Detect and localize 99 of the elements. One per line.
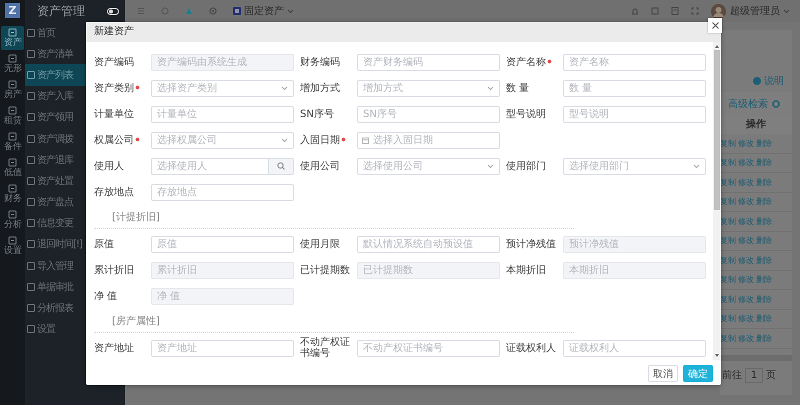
input-field[interactable]: 默认情况系统自动预设值	[357, 236, 500, 252]
field-label: 存放地点	[94, 186, 134, 198]
field-label: 资产地址	[94, 342, 134, 354]
row-action-link[interactable]: 修改	[738, 294, 754, 305]
row-action-link[interactable]: 复制	[720, 235, 736, 246]
row-action-link[interactable]: 删除	[756, 138, 772, 149]
row-action-link[interactable]: 删除	[756, 235, 772, 246]
row-action-link[interactable]: 复制	[720, 332, 736, 344]
field-label: 原值	[94, 238, 114, 250]
field-label: 使用公司	[300, 160, 340, 172]
field-label: 累计折旧	[94, 264, 134, 276]
select-field[interactable]: 选择权属公司	[151, 132, 294, 148]
row-action-link[interactable]: 修改	[738, 138, 754, 149]
row-action-link[interactable]: 复制	[720, 176, 736, 188]
field-label: 入固日期	[300, 134, 346, 146]
field-label: 增加方式	[300, 82, 340, 94]
help-link[interactable]: 说明	[753, 74, 784, 88]
row-action-link[interactable]: 删除	[756, 157, 772, 168]
field-label: 财务编码	[300, 56, 340, 68]
input-field[interactable]: 资产地址	[151, 340, 294, 356]
row-action-link[interactable]: 修改	[738, 196, 754, 208]
pagination-label: 页	[766, 369, 776, 382]
row-action-link[interactable]: 删除	[756, 176, 772, 188]
date-field[interactable]: 选择入固日期	[357, 132, 500, 148]
row-action-link[interactable]: 复制	[720, 274, 736, 286]
field-label: 预计净残值	[506, 238, 556, 250]
row-action-link[interactable]: 删除	[756, 216, 772, 227]
select-field[interactable]: 选择资产类别	[151, 80, 294, 96]
field-label: 数 量	[506, 82, 530, 94]
row-action-link[interactable]: 复制	[720, 138, 736, 149]
row-action-link[interactable]: 复制	[720, 313, 736, 324]
input-field[interactable]: 数 量	[563, 80, 706, 96]
row-action-link[interactable]: 修改	[738, 254, 754, 266]
row-action-link[interactable]: 复制	[720, 254, 736, 266]
row-action-link[interactable]: 复制	[720, 157, 736, 168]
row-action-link[interactable]: 删除	[756, 332, 772, 344]
module-dropdown[interactable]: 固定资产	[233, 4, 294, 18]
field-label: 本期折旧	[506, 264, 546, 276]
column-header: 操作	[720, 116, 792, 134]
row-action-link[interactable]: 删除	[756, 294, 772, 305]
row-action-link[interactable]: 复制	[720, 294, 736, 305]
user-menu[interactable]: 超级管理员	[730, 4, 790, 18]
input-field[interactable]: 型号说明	[563, 106, 706, 122]
app-title: 资产管理	[37, 4, 85, 18]
row-action-link[interactable]: 修改	[738, 235, 754, 246]
section-heading: [房产属性]	[112, 314, 160, 328]
dialog-title: 新建资产	[86, 22, 721, 42]
field-label: 使用月限	[300, 238, 340, 250]
field-label: 使用人	[94, 160, 124, 172]
field-label: SN序号	[300, 108, 334, 120]
rail-item[interactable]: 设置	[1, 234, 24, 258]
row-action-link[interactable]: 修改	[738, 216, 754, 227]
advanced-search-link[interactable]: 高级检索	[728, 97, 768, 111]
field-label: 不动产权证书编号	[300, 337, 351, 359]
field-label: 使用部门	[506, 160, 546, 172]
select-field[interactable]: 选择使用公司	[357, 158, 500, 174]
row-action-link[interactable]: 删除	[756, 313, 772, 324]
rail-item[interactable]: 房产	[1, 78, 24, 102]
rail-item[interactable]: 分析	[1, 208, 24, 232]
field-label: 型号说明	[506, 108, 546, 120]
select-field[interactable]: 选择使用部门	[563, 158, 706, 174]
select-field[interactable]: 增加方式	[357, 80, 500, 96]
input-field[interactable]: 资产名称	[563, 54, 706, 70]
row-action-link[interactable]: 删除	[756, 274, 772, 286]
input-field[interactable]: SN序号	[357, 106, 500, 122]
row-action-link[interactable]: 删除	[756, 254, 772, 266]
rail-item[interactable]: 无形	[1, 52, 24, 76]
rail-item[interactable]: 租赁	[1, 104, 24, 128]
field-label: 权属公司	[94, 134, 140, 146]
row-action-link[interactable]: 修改	[738, 313, 754, 324]
input-field[interactable]: 证载权利人	[563, 340, 706, 356]
input-field[interactable]: 原值	[151, 236, 294, 252]
field-label: 资产名称	[506, 56, 552, 68]
row-action-link[interactable]: 修改	[738, 176, 754, 188]
row-action-link[interactable]: 复制	[720, 196, 736, 208]
input-field[interactable]: 资产财务编码	[357, 54, 500, 70]
confirm-button[interactable]: 确定	[683, 365, 713, 382]
row-action-link[interactable]: 修改	[738, 332, 754, 344]
row-action-link[interactable]: 修改	[738, 274, 754, 286]
rail-item[interactable]: 低值	[1, 156, 24, 180]
page-input[interactable]: 1	[745, 368, 763, 382]
pagination-label: 前往	[722, 368, 742, 382]
field-label: 计量单位	[94, 108, 134, 120]
section-heading: [计提折旧]	[112, 210, 160, 224]
cancel-button[interactable]: 取消	[648, 365, 678, 382]
input-field[interactable]: 计量单位	[151, 106, 294, 122]
rail-item[interactable]: 备件	[1, 130, 24, 154]
field-label: 资产类别	[94, 82, 140, 94]
field-label: 净 值	[94, 290, 118, 302]
row-action-link[interactable]: 修改	[738, 157, 754, 168]
row-action-link[interactable]: 复制	[720, 216, 736, 227]
row-action-link[interactable]: 删除	[756, 196, 772, 208]
app-logo: Z	[5, 3, 20, 18]
field-label: 证载权利人	[506, 342, 556, 354]
input-field[interactable]: 不动产权证书编号	[357, 340, 500, 356]
input-field[interactable]: 存放地点	[151, 184, 294, 200]
rail-item[interactable]: 资产	[1, 26, 24, 50]
field-label: 已计提期数	[300, 264, 350, 276]
rail-item[interactable]: 财务	[1, 182, 24, 206]
